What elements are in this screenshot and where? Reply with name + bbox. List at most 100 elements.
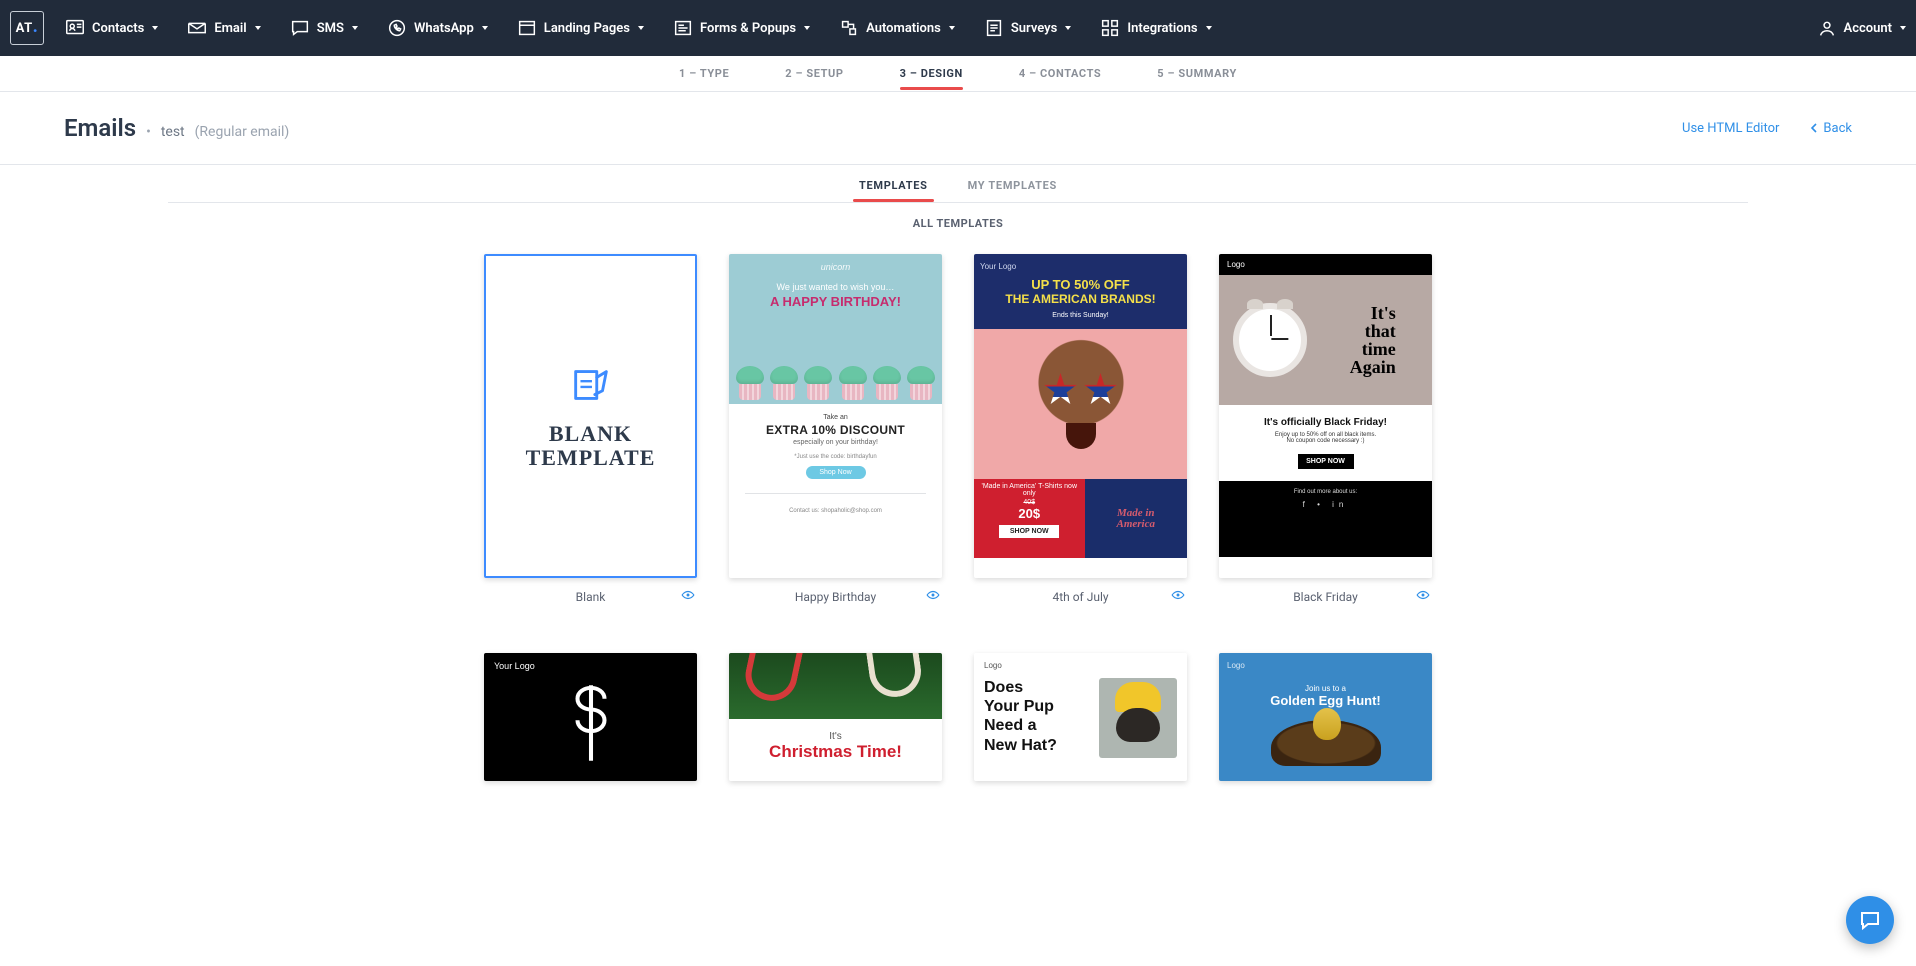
page-title: Emails (64, 114, 136, 142)
tab-my-templates[interactable]: MY TEMPLATES (968, 179, 1057, 202)
template-thumb-blackfriday[interactable]: Logo It'sthattimeAgain It's officially B… (1219, 254, 1432, 578)
bday-contact: Contact us: shopaholic@shop.com (729, 508, 942, 526)
preview-button[interactable] (1416, 588, 1430, 605)
nav-label: Surveys (1011, 21, 1057, 36)
chat-launcher[interactable] (1846, 896, 1894, 944)
nav-contacts[interactable]: Contacts (64, 17, 158, 39)
caret-icon (1065, 26, 1071, 30)
caret-icon (804, 26, 810, 30)
bf-clock-graphic (1219, 275, 1322, 405)
dollar-icon (494, 671, 687, 765)
preview-button[interactable] (681, 588, 695, 605)
bday-shop-btn: Shop Now (806, 466, 866, 479)
egg-hunt: Golden Egg Hunt! (1227, 693, 1424, 708)
back-link[interactable]: Back (1809, 121, 1852, 136)
bf-logo: Logo (1219, 254, 1432, 275)
step-contacts[interactable]: 4 – CONTACTS (1019, 67, 1101, 80)
blank-template-icon (568, 362, 614, 408)
nav-items: Contacts Email SMS WhatsApp Landing Page… (64, 17, 1816, 39)
nav-email[interactable]: Email (186, 17, 260, 39)
caret-icon (1900, 26, 1906, 30)
template-card: Logo Join us to a Golden Egg Hunt! (1219, 653, 1432, 781)
brand-logo[interactable]: AT (10, 11, 44, 45)
eye-icon (1416, 588, 1430, 602)
nav-integrations[interactable]: Integrations (1099, 17, 1211, 39)
july-t3: 20$ (978, 506, 1081, 521)
nav-label: Forms & Popups (700, 21, 796, 36)
template-thumb-christmas[interactable]: It's Christmas Time! (729, 653, 942, 781)
bday-extra: EXTRA 10% DISCOUNT (729, 423, 942, 437)
bday-headline: A HAPPY BIRTHDAY! (729, 294, 942, 309)
campaign-name: test (161, 124, 185, 140)
email-icon (186, 17, 208, 39)
sms-icon (289, 17, 311, 39)
template-thumb-birthday[interactable]: unicorn We just wanted to wish you… A HA… (729, 254, 942, 578)
nav-automations[interactable]: Automations (838, 17, 955, 39)
nav-sms[interactable]: SMS (289, 17, 358, 39)
bf-shop-btn: SHOP NOW (1298, 454, 1354, 469)
contacts-icon (64, 17, 86, 39)
survey-icon (983, 17, 1005, 39)
all-templates-label: ALL TEMPLATES (0, 203, 1916, 254)
july-mia: Made inAmerica (1117, 508, 1156, 530)
template-card: Logo It'sthattimeAgain It's officially B… (1219, 254, 1432, 605)
preview-button[interactable] (1171, 588, 1185, 605)
back-label: Back (1823, 121, 1852, 136)
xmas-headline: Christmas Time! (729, 742, 942, 762)
caret-icon (482, 26, 488, 30)
template-thumb-pup[interactable]: Logo DoesYour PupNeed aNew Hat? (974, 653, 1187, 781)
nav-surveys[interactable]: Surveys (983, 17, 1071, 39)
chat-icon (1858, 908, 1882, 932)
eye-icon (681, 588, 695, 602)
pup-logo: Logo (984, 661, 1177, 670)
template-card: Your Logo UP TO 50% OFF THE AMERICAN BRA… (974, 254, 1187, 605)
template-thumb-yourlogo[interactable]: Your Logo (484, 653, 697, 781)
step-design[interactable]: 3 – DESIGN (900, 67, 963, 80)
template-card: Your Logo (484, 653, 697, 781)
caret-icon (152, 26, 158, 30)
egg-join: Join us to a (1227, 684, 1424, 693)
bday-logo: unicorn (729, 254, 942, 272)
bday-esp: especially on your birthday! (729, 439, 942, 446)
nav-forms[interactable]: Forms & Popups (672, 17, 810, 39)
caret-icon (255, 26, 261, 30)
use-html-editor-link[interactable]: Use HTML Editor (1682, 121, 1779, 136)
template-thumb-july[interactable]: Your Logo UP TO 50% OFF THE AMERICAN BRA… (974, 254, 1187, 578)
template-thumb-egghunt[interactable]: Logo Join us to a Golden Egg Hunt! (1219, 653, 1432, 781)
template-card: Logo DoesYour PupNeed aNew Hat? (974, 653, 1187, 781)
template-caption: Happy Birthday (745, 590, 926, 604)
nav-landing[interactable]: Landing Pages (516, 17, 644, 39)
template-caption-row: 4th of July (974, 578, 1187, 605)
step-setup[interactable]: 2 – SETUP (785, 67, 843, 80)
nav-label: SMS (317, 21, 344, 36)
forms-icon (672, 17, 694, 39)
template-grid: BLANKTEMPLATE Blank unicorn We just want… (458, 254, 1458, 811)
nav-label: Account (1844, 21, 1892, 36)
template-thumb-blank[interactable]: BLANKTEMPLATE (484, 254, 697, 578)
step-summary[interactable]: 5 – SUMMARY (1157, 67, 1237, 80)
nav-account[interactable]: Account (1816, 17, 1906, 39)
july-upto: UP TO 50% OFF (980, 277, 1181, 292)
page-header-right: Use HTML Editor Back (1682, 121, 1852, 136)
nav-whatsapp[interactable]: WhatsApp (386, 17, 488, 39)
bday-code: *Just use the code: birthdayfun (729, 454, 942, 460)
template-tab-bar: TEMPLATES MY TEMPLATES (0, 165, 1916, 202)
top-nav: AT Contacts Email SMS WhatsApp Landing P… (0, 0, 1916, 56)
template-caption: Blank (500, 590, 681, 604)
bday-wish: We just wanted to wish you… (729, 282, 942, 292)
whatsapp-icon (386, 17, 408, 39)
caret-icon (1206, 26, 1212, 30)
pup-question: DoesYour PupNeed aNew Hat? (984, 678, 1091, 758)
nav-label: WhatsApp (414, 21, 474, 36)
step-type[interactable]: 1 – TYPE (679, 67, 729, 80)
template-card: BLANKTEMPLATE Blank (484, 254, 697, 605)
page-header: Emails • test (Regular email) Use HTML E… (0, 92, 1916, 165)
steps-bar: 1 – TYPE 2 – SETUP 3 – DESIGN 4 – CONTAC… (0, 56, 1916, 92)
bf-headline: It'sthattimeAgain (1350, 304, 1396, 376)
cupcakes-graphic (729, 344, 942, 404)
template-caption: 4th of July (990, 590, 1171, 604)
tab-templates[interactable]: TEMPLATES (859, 179, 928, 202)
campaign-type: (Regular email) (195, 124, 290, 140)
preview-button[interactable] (926, 588, 940, 605)
yl-logo: Your Logo (494, 661, 687, 671)
